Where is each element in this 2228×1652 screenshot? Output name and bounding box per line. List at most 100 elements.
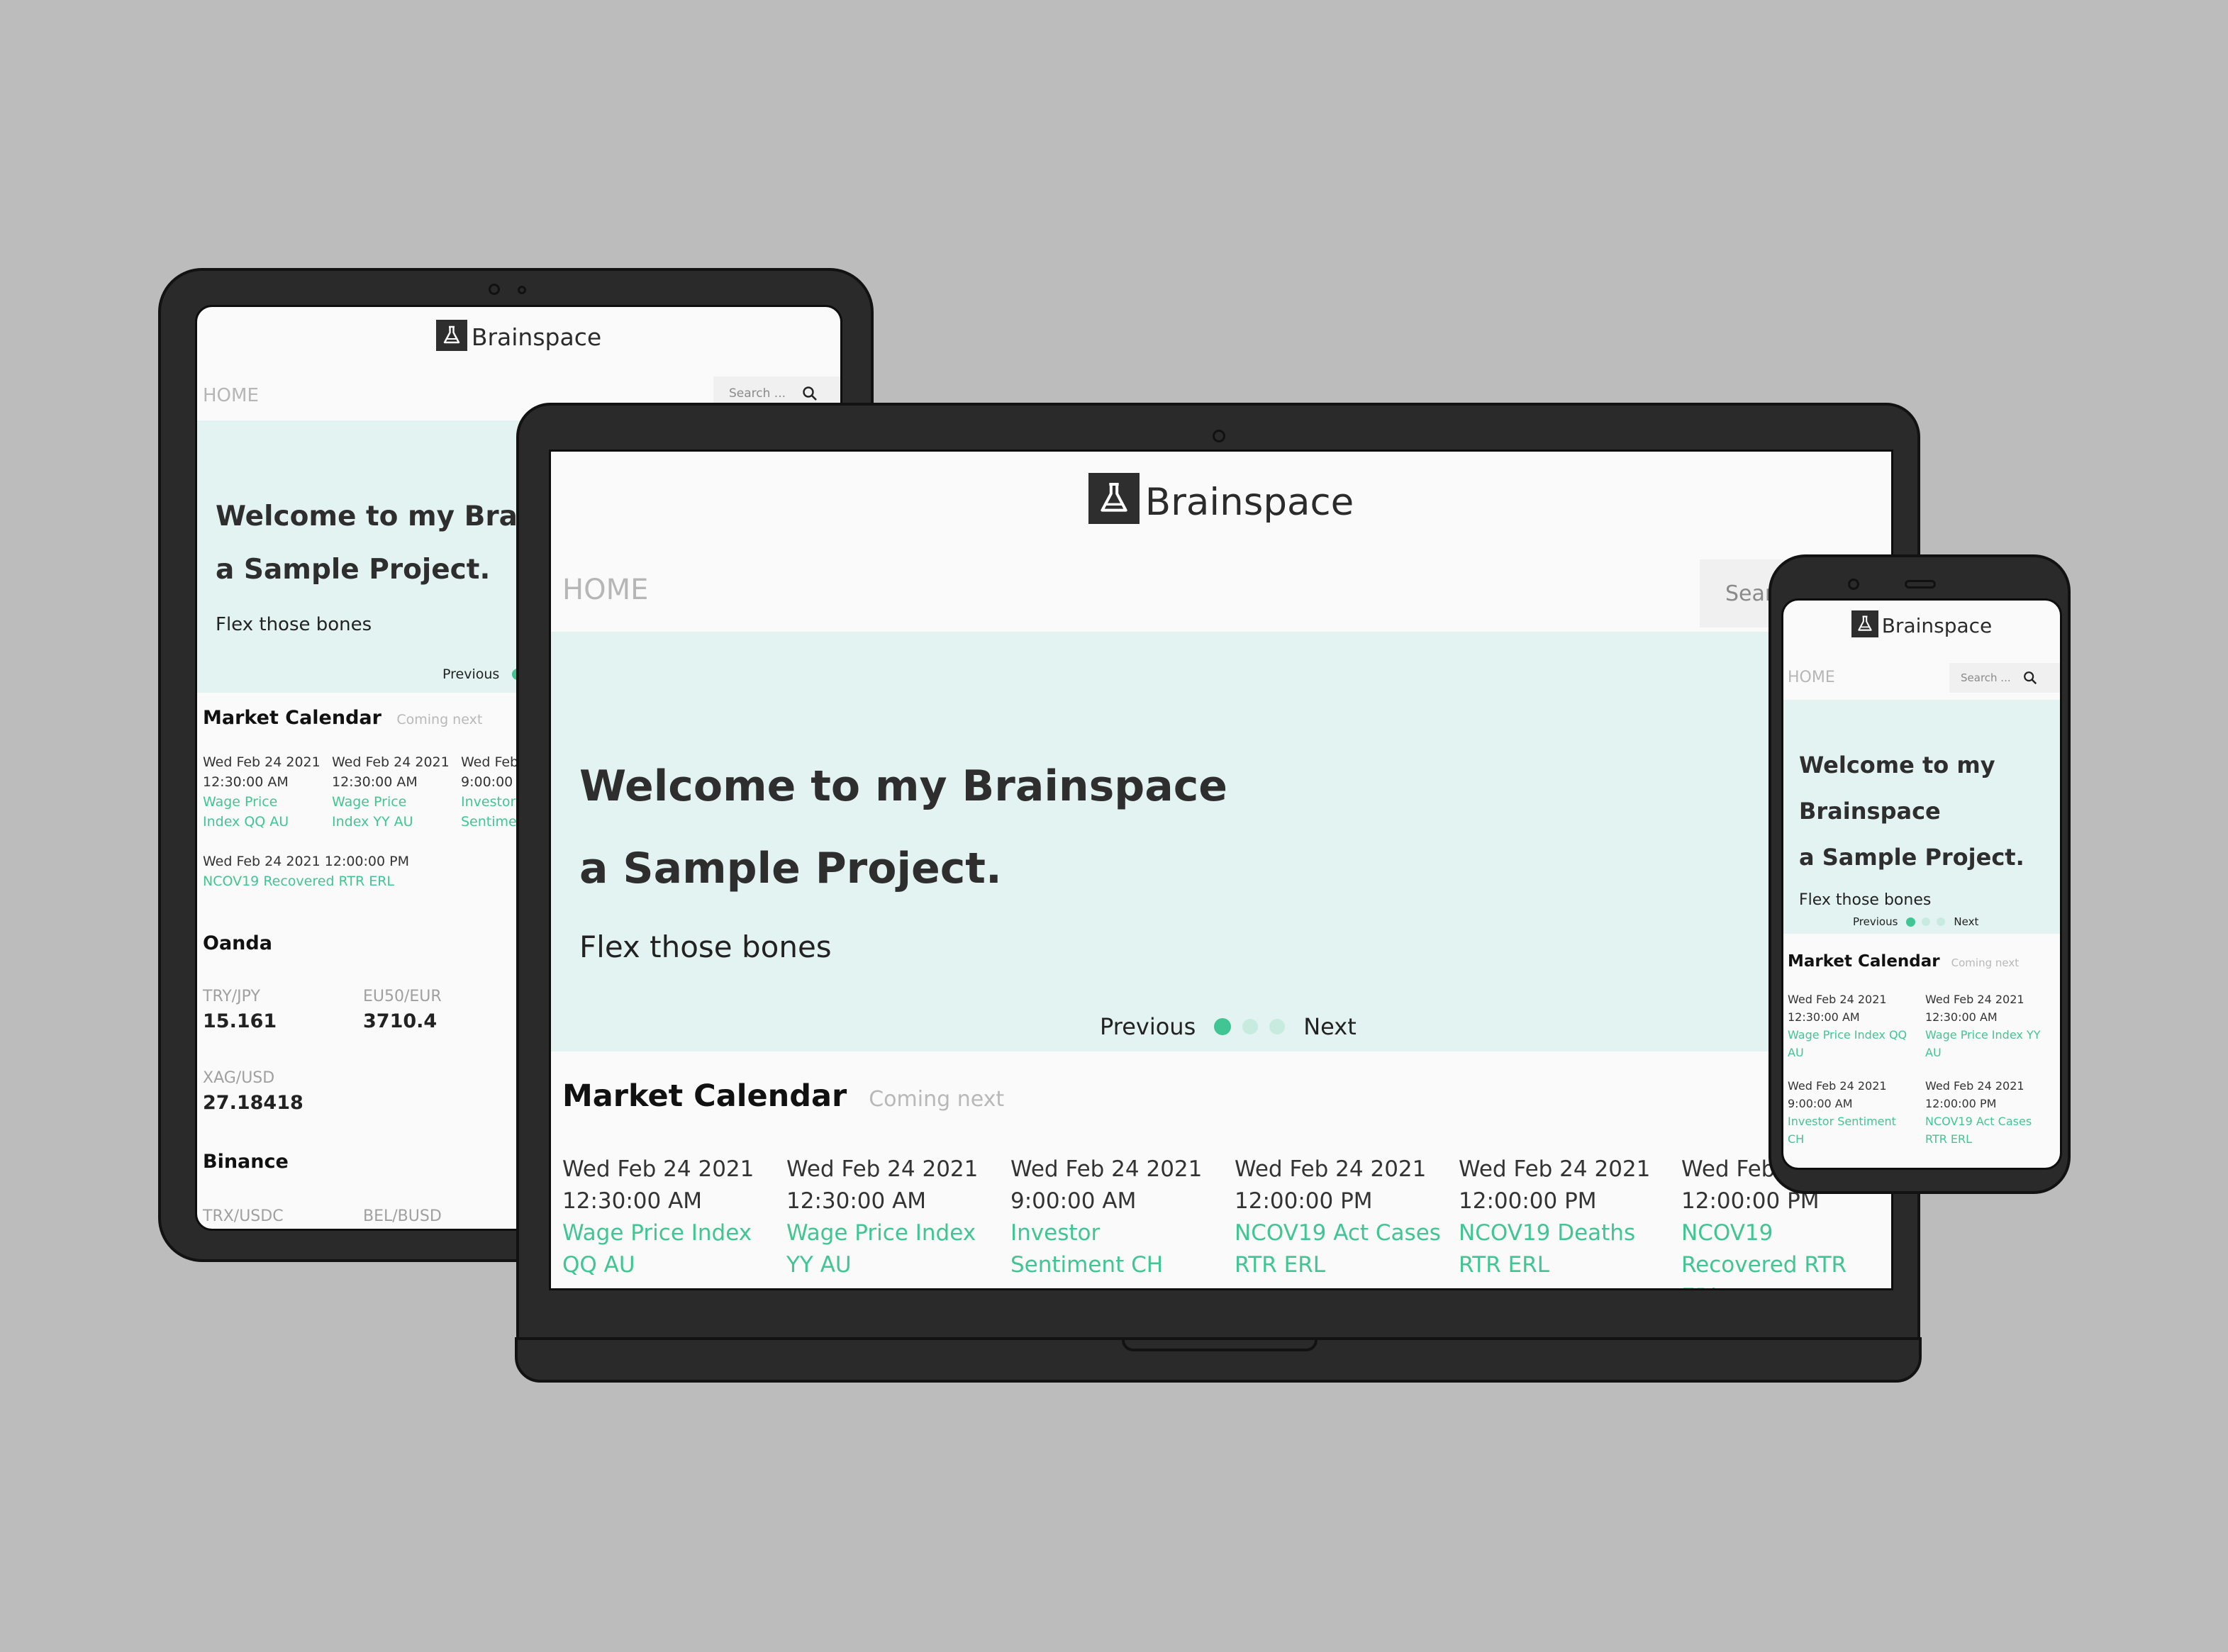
search-placeholder: Search ... (729, 386, 786, 401)
event-time: 12:30:00 AM (786, 1188, 927, 1214)
pair-label: TRX/USDC (203, 1207, 284, 1225)
calendar-subtitle: Coming next (396, 712, 483, 727)
calendar-subtitle: Coming next (869, 1087, 1005, 1112)
carousel-controls: Previous Next (1853, 915, 1978, 928)
calendar-item[interactable]: Wed Feb 24 2021 12:00:00 PM NCOV19 Act C… (1235, 1154, 1444, 1281)
hero-title-line2: a Sample Project. (579, 844, 1002, 893)
event-name[interactable]: NCOV19 Act Cases RTR ERL (1235, 1217, 1444, 1281)
calendar-item[interactable]: Wed Feb 24 2021 12:30:00 AM Wage Price I… (562, 1154, 768, 1281)
brand-name: Brainspace (1881, 614, 1993, 637)
hero-title-line3: a Sample Project. (1799, 844, 2024, 871)
event-time: 12:30:00 AM (332, 774, 418, 790)
calendar-item[interactable]: Wed Feb 24 2021 9:00:00 AM Investor Sent… (1010, 1154, 1216, 1281)
event-name[interactable]: NCOV19 Deaths RTR ERL (1459, 1217, 1643, 1281)
nav-home[interactable]: HOME (1788, 669, 1835, 686)
event-date: Wed Feb 24 2021 (203, 754, 321, 770)
hero-banner: Welcome to my Brainspace a Sample Projec… (1783, 700, 2060, 934)
carousel-next[interactable]: Next (1954, 915, 1978, 928)
camera-icon (1213, 430, 1225, 442)
nav-home[interactable]: HOME (562, 574, 648, 606)
nav-home[interactable]: HOME (203, 385, 259, 406)
phone-screen: Brainspace HOME Search ... Welcome to my… (1781, 598, 2062, 1170)
event-name[interactable]: Wage Price Index YY AU (332, 792, 424, 832)
calendar-item[interactable]: Wed Feb 24 2021 12:30:00 AM Wage Price I… (1788, 990, 1915, 1061)
brand-name: Brainspace (1144, 481, 1354, 524)
calendar-title-text: Market Calendar (562, 1078, 847, 1114)
brand-logo[interactable]: Brainspace (551, 471, 1891, 524)
sensor-icon (518, 286, 526, 294)
calendar-title: Market Calendar Coming next (562, 1078, 1004, 1114)
laptop-device: Brainspace HOME Sear Welcome to my Brain… (516, 403, 1920, 1346)
hero-title-line2: Brainspace (1799, 798, 1941, 825)
event-date: Wed Feb 24 2021 (1925, 1079, 2024, 1093)
pair-price: 3710.4 (363, 1010, 438, 1032)
event-name[interactable]: NCOV19 Recovered RTR ERL (203, 871, 486, 891)
event-name[interactable]: Wage Price Index YY AU (786, 1217, 981, 1281)
oanda-title: Oanda (203, 932, 272, 954)
flask-icon (1851, 610, 1878, 637)
calendar-title-text: Market Calendar (203, 707, 381, 729)
carousel-next[interactable]: Next (1303, 1013, 1357, 1040)
hero-subtitle: Flex those bones (579, 930, 832, 964)
hero-title-line1: Welcome to my Brains (216, 501, 564, 532)
pair-label: BEL/BUSD (363, 1207, 442, 1225)
event-date: Wed Feb 24 2021 (1235, 1156, 1427, 1182)
pair-label: EU50/EUR (363, 988, 442, 1005)
binance-title: Binance (203, 1151, 289, 1173)
carousel-dot[interactable] (1937, 917, 1946, 926)
event-time: 12:00:00 PM (1235, 1188, 1373, 1214)
event-time: 12:00:00 PM (1459, 1188, 1597, 1214)
carousel-dot[interactable] (1242, 1019, 1259, 1034)
hero-title-line2: a Sample Project. (216, 554, 491, 586)
event-name[interactable]: Investor Sentiment CH (1010, 1217, 1181, 1281)
pair-price: 15.161 (203, 1010, 277, 1032)
carousel-dot[interactable] (1922, 917, 1931, 926)
search-icon[interactable] (2022, 670, 2038, 686)
event-name[interactable]: Investor Sentiment CH (1788, 1112, 1908, 1148)
calendar-item[interactable]: Wed Feb 24 2021 12:30:00 AM Wage Price I… (332, 752, 459, 832)
event-time: 12:30:00 AM (203, 774, 289, 790)
event-date: Wed Feb 24 2021 (1925, 993, 2024, 1006)
calendar-item[interactable]: Wed Feb 24 2021 9:00:00 AM Investor Sent… (1788, 1077, 1915, 1148)
carousel-prev[interactable]: Previous (442, 666, 499, 682)
search-placeholder: Sear (1725, 581, 1774, 606)
phone-device: Brainspace HOME Search ... Welcome to my… (1769, 554, 2071, 1194)
event-time: 12:30:00 AM (1925, 1010, 1998, 1024)
calendar-item[interactable]: Wed Feb 24 2021 12:30:00 AM Wage Price I… (1925, 990, 2053, 1061)
event-name[interactable]: Wage Price Index QQ AU (562, 1217, 757, 1281)
brand-logo[interactable]: Brainspace (1783, 609, 2060, 637)
event-date: Wed Feb 24 2021 (1788, 1079, 1887, 1093)
hero-subtitle: Flex those bones (1799, 891, 1932, 909)
carousel-controls: Previous Next (1100, 1013, 1357, 1040)
calendar-item[interactable]: Wed Feb 24 2021 12:30:00 AM Wage Price I… (786, 1154, 992, 1281)
calendar-item[interactable]: Wed Feb 24 2021 12:00:00 PM NCOV19 Recov… (203, 852, 486, 891)
calendar-item[interactable]: Wed Feb 24 2021 12:00:00 PM NCOV19 Death… (1459, 1154, 1664, 1281)
speaker-icon (1905, 580, 1936, 588)
event-name[interactable]: Wage Price Index QQ AU (203, 792, 295, 832)
search-icon[interactable] (801, 385, 818, 402)
event-name[interactable]: Wage Price Index QQ AU (1788, 1026, 1915, 1061)
brand-logo[interactable]: Brainspace (197, 318, 840, 351)
carousel-dot-active[interactable] (1214, 1018, 1232, 1035)
event-name[interactable]: NCOV19 Recovered RTR ERL (1681, 1217, 1883, 1288)
hero-title-line1: Welcome to my Brainspace (579, 761, 1228, 811)
event-date: Wed Feb 24 2021 (1010, 1156, 1203, 1182)
carousel-prev[interactable]: Previous (1100, 1013, 1196, 1040)
event-datetime: Wed Feb 24 2021 12:00:00 PM (203, 854, 409, 869)
calendar-item[interactable]: Wed Feb 24 2021 12:30:00 AM Wage Price I… (203, 752, 330, 832)
hero-title-line1: Welcome to my (1799, 752, 1995, 778)
event-name[interactable]: Wage Price Index YY AU (1925, 1026, 2053, 1061)
search-input[interactable]: Search ... (1949, 663, 2060, 693)
calendar-title-text: Market Calendar (1788, 952, 1940, 971)
laptop-screen: Brainspace HOME Sear Welcome to my Brain… (549, 450, 1893, 1290)
carousel-controls: Previous (442, 666, 524, 682)
carousel-dot[interactable] (1269, 1019, 1286, 1034)
calendar-item[interactable]: Wed Feb 24 2021 12:00:00 PM NCOV19 Act C… (1925, 1077, 2053, 1148)
laptop-base (515, 1337, 1922, 1383)
event-name[interactable]: NCOV19 Act Cases RTR ERL (1925, 1112, 2049, 1148)
brand-name: Brainspace (471, 323, 602, 351)
carousel-prev[interactable]: Previous (1853, 915, 1898, 928)
calendar-title: Market Calendar Coming next (203, 707, 482, 729)
camera-icon (1848, 579, 1859, 590)
carousel-dot-active[interactable] (1906, 917, 1916, 927)
